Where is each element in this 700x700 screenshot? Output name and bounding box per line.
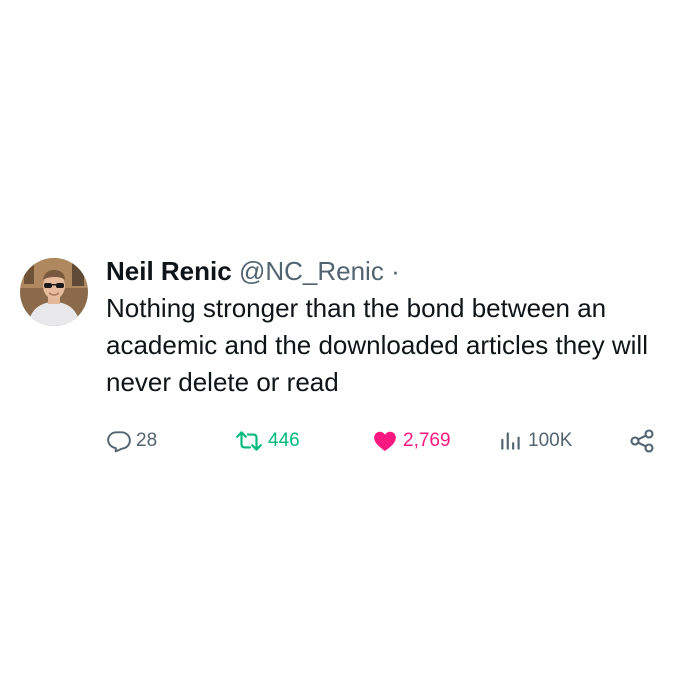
- author-handle[interactable]: @NC_Renic: [239, 256, 384, 286]
- reply-icon: [106, 428, 132, 454]
- reply-button[interactable]: 28: [106, 426, 157, 456]
- like-count: 2,769: [403, 430, 451, 451]
- like-button[interactable]: 2,769: [371, 426, 451, 456]
- retweet-count: 446: [268, 430, 300, 451]
- share-icon: [628, 427, 656, 455]
- header-separator: ·: [391, 256, 400, 286]
- author-name[interactable]: Neil Renic: [106, 256, 232, 286]
- views-button[interactable]: 100K: [498, 426, 572, 456]
- avatar[interactable]: [20, 258, 88, 326]
- views-count: 100K: [528, 430, 573, 451]
- retweet-button[interactable]: 446: [234, 426, 300, 456]
- action-bar: 28 446 2,769 100K: [106, 426, 660, 456]
- views-icon: [498, 428, 524, 454]
- tweet-text: Nothing stronger than the bond between a…: [106, 293, 648, 397]
- retweet-icon: [234, 428, 264, 454]
- reply-count: 28: [136, 430, 158, 451]
- tweet-header: Neil Renic @NC_Renic ·: [106, 254, 680, 288]
- heart-icon: [371, 428, 399, 454]
- tweet-content: Neil Renic @NC_Renic · Nothing stronger …: [106, 254, 680, 401]
- share-button[interactable]: [628, 426, 656, 456]
